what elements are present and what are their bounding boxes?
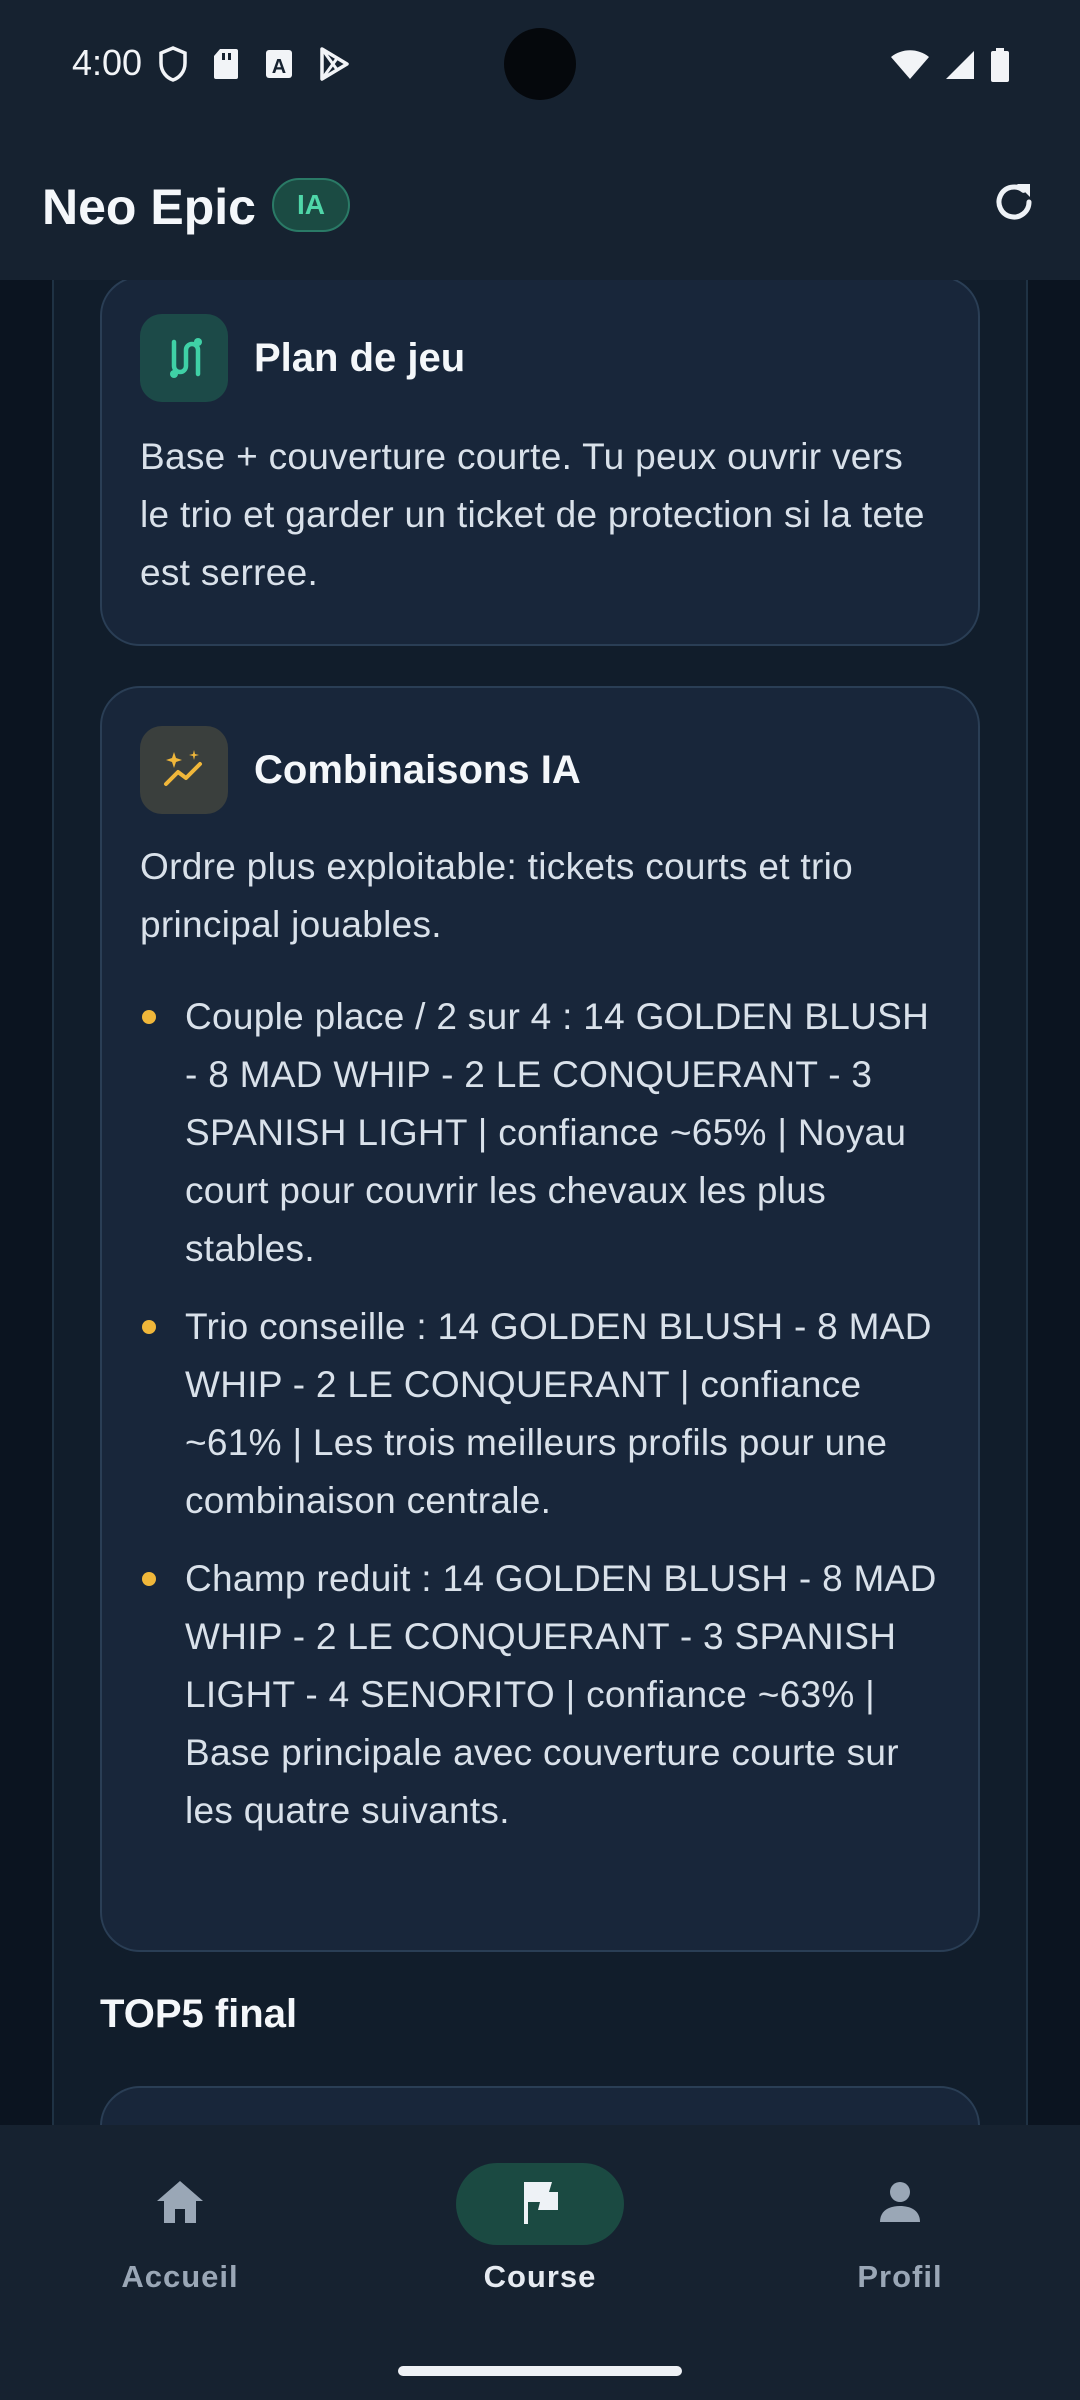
combinaisons-card-header: Combinaisons IA (140, 726, 581, 814)
combinaisons-card-title: Combinaisons IA (254, 747, 581, 792)
nav-pill-accueil (96, 2163, 264, 2245)
plan-card-text: Base + couverture courte. Tu peux ouvrir… (140, 436, 925, 593)
status-time: 4:00 (72, 42, 143, 83)
combinaisons-intro: Ordre plus exploitable: tickets courts e… (140, 846, 853, 945)
home-icon (154, 2178, 206, 2231)
nav-label-profil: Profil (857, 2259, 943, 2294)
app-title: Neo Epic (42, 179, 256, 235)
status-bar: 4:00 A (0, 0, 1080, 130)
list-item: Trio conseille : 14 GOLDEN BLUSH - 8 MAD… (140, 1298, 942, 1530)
signal-icon (944, 49, 976, 86)
plan-card-title: Plan de jeu (254, 335, 466, 380)
refresh-button[interactable] (984, 174, 1044, 234)
course-content[interactable]: Plan de jeu Base + couverture courte. Tu… (0, 280, 1080, 2125)
combinaisons-ia-card: Combinaisons IA Ordre plus exploitable: … (100, 686, 980, 1952)
combinaison-text: Trio conseille : 14 GOLDEN BLUSH - 8 MAD… (185, 1306, 932, 1521)
plan-card-header: Plan de jeu (140, 314, 465, 402)
person-icon (876, 2178, 924, 2231)
nav-item-course[interactable]: Course (420, 2163, 660, 2295)
font-a-icon: A (264, 48, 294, 85)
nav-pill-profil (816, 2163, 984, 2245)
bottom-navigation: Accueil Course Profil (0, 2125, 1080, 2400)
top5-card (100, 2086, 980, 2125)
camera-cutout (504, 28, 576, 100)
status-system-icons (890, 48, 1010, 87)
wifi-icon (890, 49, 930, 86)
list-item: Couple place / 2 sur 4 : 14 GOLDEN BLUSH… (140, 988, 942, 1278)
combinaison-text: Champ reduit : 14 GOLDEN BLUSH - 8 MAD W… (185, 1558, 937, 1831)
play-store-icon (318, 47, 350, 86)
app-screen: 4:00 A Neo Epic IA Plan de jeu Base + co… (0, 0, 1080, 2400)
refresh-icon (990, 178, 1038, 231)
home-indicator[interactable] (398, 2366, 682, 2376)
list-item: Champ reduit : 14 GOLDEN BLUSH - 8 MAD W… (140, 1550, 942, 1840)
battery-icon (990, 48, 1010, 87)
bullet-icon (142, 1572, 156, 1586)
combinaison-text: Couple place / 2 sur 4 : 14 GOLDEN BLUSH… (185, 996, 930, 1269)
ia-badge: IA (272, 178, 350, 232)
route-icon (140, 314, 228, 402)
nav-item-profil[interactable]: Profil (780, 2163, 1020, 2295)
bullet-icon (142, 1320, 156, 1334)
sd-card-icon (212, 47, 240, 86)
combinaisons-list: Couple place / 2 sur 4 : 14 GOLDEN BLUSH… (140, 988, 942, 1860)
shield-icon (158, 46, 188, 87)
bullet-icon (142, 1010, 156, 1024)
nav-item-accueil[interactable]: Accueil (60, 2163, 300, 2295)
plan-de-jeu-card: Plan de jeu Base + couverture courte. Tu… (100, 280, 980, 646)
nav-pill-course (456, 2163, 624, 2245)
top5-section-title: TOP5 final (100, 1992, 298, 2036)
svg-text:A: A (272, 56, 286, 78)
nav-label-accueil: Accueil (121, 2259, 239, 2294)
nav-label-course: Course (483, 2259, 597, 2294)
sparkle-chart-icon (140, 726, 228, 814)
status-notification-icons: A (158, 46, 350, 87)
app-bar: Neo Epic IA (0, 130, 1080, 280)
flag-icon (518, 2178, 562, 2231)
